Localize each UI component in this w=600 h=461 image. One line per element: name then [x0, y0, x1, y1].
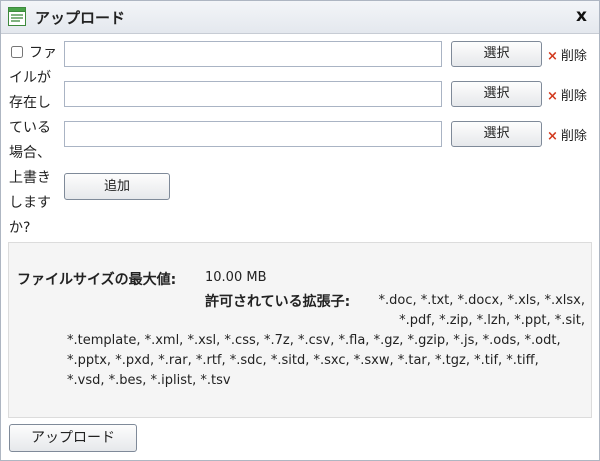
- add-file-button[interactable]: 追加: [64, 173, 170, 200]
- file-path-input-3[interactable]: [64, 121, 442, 147]
- x-icon: ×: [547, 89, 558, 104]
- form-document-icon: [8, 7, 26, 26]
- overwrite-label: ファイルが存在している場合、上書きしますか?: [9, 45, 57, 236]
- extensions-line: *.template, *.xml, *.xsl, *.css, *.7z, *…: [67, 333, 561, 348]
- file-row-2: 選択 × 削除: [64, 81, 594, 109]
- delete-file-button-1[interactable]: × 削除: [547, 45, 587, 64]
- delete-label: 削除: [560, 89, 587, 104]
- window-title: アップロード: [35, 9, 126, 27]
- extensions-line: *.doc, *.txt, *.docx, *.xls, *.xlsx,: [378, 293, 586, 308]
- file-row-1: 選択 × 削除: [64, 41, 594, 69]
- max-size-value: 10.00 MB: [205, 270, 267, 285]
- max-size-label: ファイルサイズの最大値:: [17, 272, 177, 288]
- upload-dialog: アップロード x ファイルが存在している場合、上書きしますか? 選択 × 削除 選…: [0, 0, 600, 461]
- select-file-button-3[interactable]: 選択: [451, 121, 542, 147]
- close-button[interactable]: x: [576, 5, 587, 27]
- select-file-button-1[interactable]: 選択: [451, 41, 542, 67]
- upload-info-panel: ファイルサイズの最大値: 10.00 MB 許可されている拡張子: *.doc,…: [8, 242, 592, 418]
- x-icon: ×: [547, 129, 558, 144]
- extensions-line: *.vsd, *.bes, *.iplist, *.tsv: [67, 373, 231, 388]
- extensions-line: *.pptx, *.pxd, *.rar, *.rtf, *.sdc, *.si…: [67, 353, 539, 368]
- file-row-3: 選択 × 削除: [64, 121, 594, 149]
- select-file-button-2[interactable]: 選択: [451, 81, 542, 107]
- delete-label: 削除: [560, 49, 587, 64]
- file-path-input-1[interactable]: [64, 41, 442, 67]
- delete-file-button-3[interactable]: × 削除: [547, 125, 587, 144]
- extensions-list: *.doc, *.txt, *.docx, *.xls, *.xlsx, *.p…: [67, 291, 585, 391]
- overwrite-checkbox[interactable]: [11, 46, 23, 58]
- x-icon: ×: [547, 49, 558, 64]
- file-path-input-2[interactable]: [64, 81, 442, 107]
- delete-label: 削除: [560, 129, 587, 144]
- upload-button[interactable]: アップロード: [9, 424, 137, 452]
- extensions-line: *.pdf, *.zip, *.lzh, *.ppt, *.sit,: [399, 313, 585, 328]
- title-bar[interactable]: アップロード x: [1, 1, 599, 34]
- delete-file-button-2[interactable]: × 削除: [547, 85, 587, 104]
- overwrite-option: ファイルが存在している場合、上書きしますか?: [9, 41, 63, 241]
